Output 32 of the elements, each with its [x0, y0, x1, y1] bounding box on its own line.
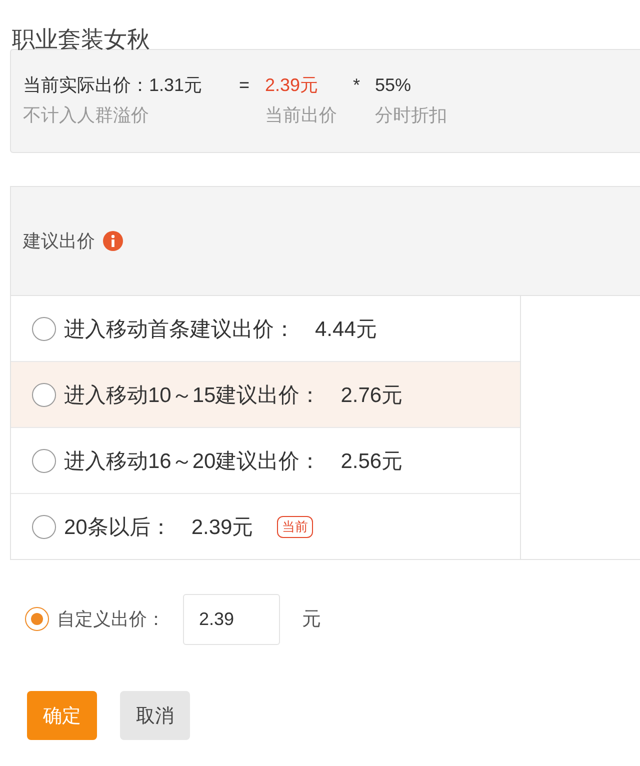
info-icon[interactable] [103, 231, 123, 251]
option-label: 进入移动首条建议出价： [64, 316, 295, 342]
cancel-button[interactable]: 取消 [120, 691, 190, 740]
page-title: 职业套装女秋 [11, 25, 151, 49]
discount-value: 55% [375, 74, 412, 96]
radio-button[interactable] [32, 316, 56, 340]
price-note: 分时折扣 [375, 104, 447, 127]
radio-button[interactable] [25, 607, 49, 631]
current-badge: 当前 [277, 516, 314, 538]
price-note: 不计入人群溢价 [23, 104, 149, 127]
bid-input[interactable]: 2.39 [183, 594, 280, 644]
option-price: 2.56元 [340, 448, 403, 474]
bid-option[interactable]: 进入移动10～15建议出价： 2.76元 [11, 362, 520, 428]
option-label: 进入移动10～15建议出价： [64, 382, 321, 408]
section-heading: 建议出价 [23, 230, 95, 253]
option-price: 2.76元 [340, 382, 403, 408]
bid-option[interactable]: 20条以后： 2.39元 当前 [11, 494, 520, 559]
custom-bid-label: 自定义出价： [57, 608, 165, 631]
option-price: 2.39元 [191, 514, 254, 540]
option-label: 进入移动16～20建议出价： [64, 448, 321, 474]
price-note: 当前出价 [265, 104, 337, 127]
current-price: 2.39元 [265, 74, 318, 97]
radio-button[interactable] [32, 514, 56, 538]
multiply-sign: * [353, 74, 360, 96]
equals-sign: = [239, 74, 250, 96]
unit-label: 元 [302, 608, 321, 632]
option-price: 4.44元 [315, 316, 377, 342]
actual-price: 当前实际出价：1.31元 [23, 74, 202, 97]
option-label: 20条以后： [64, 514, 172, 540]
radio-button[interactable] [32, 448, 56, 472]
bid-option[interactable]: 进入移动16～20建议出价： 2.56元 [11, 428, 520, 494]
radio-button[interactable] [32, 382, 56, 406]
